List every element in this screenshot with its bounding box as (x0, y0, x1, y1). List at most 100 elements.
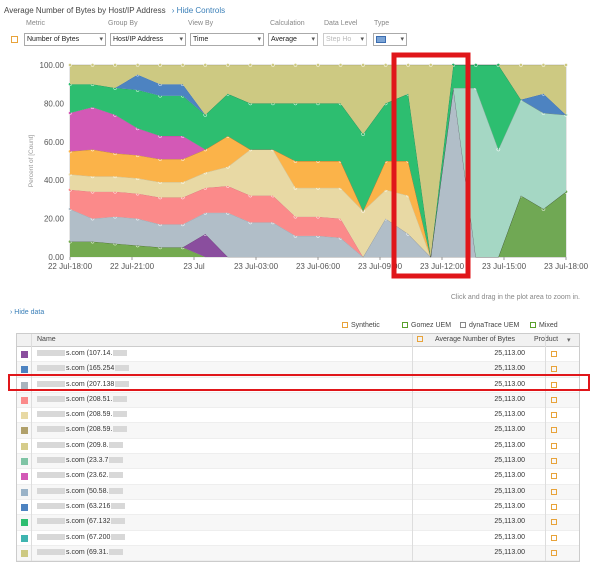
hide-data-link[interactable]: › Hide data (10, 309, 44, 316)
stacked-area-chart[interactable]: 100.00 80.00 60.00 40.00 20.00 0.00 Percent of… (0, 52, 600, 282)
synthetic-product-icon (551, 473, 557, 480)
table-row[interactable]: s.com (209.8. 25,113.00 (17, 439, 579, 455)
redacted-text (113, 350, 128, 356)
data-point[interactable] (203, 63, 208, 67)
dynatrace-uem-icon (460, 322, 466, 328)
data-point[interactable] (180, 63, 185, 67)
x-tick-label: 23 Jul (183, 262, 205, 271)
host-name-text: s.com (107.14. (66, 350, 113, 357)
y-tick-label: 60.00 (44, 138, 65, 147)
redacted-text (37, 518, 65, 525)
control-labels: Metric Group By View By Calculation Data… (26, 20, 426, 30)
synthetic-product-icon (551, 366, 557, 373)
col-product-header[interactable]: Product (534, 336, 558, 343)
redacted-text (111, 502, 126, 509)
synthetic-product-icon (551, 442, 557, 449)
table-row[interactable]: s.com (67.200 25,113.00 (17, 531, 579, 546)
host-name: s.com (208.51. (37, 395, 128, 403)
redacted-text (37, 487, 65, 494)
table-row[interactable]: s.com (23.62. 25,113.00 (17, 469, 579, 485)
chevron-down-icon: ▾ (400, 36, 404, 43)
host-name: s.com (69.31. (37, 548, 124, 556)
col-value-header[interactable]: Average Number of Bytes (435, 336, 515, 343)
redacted-text (37, 548, 65, 555)
average-bytes-value: 25,113.00 (494, 502, 525, 510)
view-by-value: Time (193, 36, 209, 43)
table-row[interactable]: s.com (23.3.7 25,113.00 (17, 454, 579, 470)
host-name-text: s.com (23.3.7 (66, 457, 109, 465)
data-point[interactable] (135, 63, 140, 67)
area-chart-icon (376, 36, 386, 43)
data-point[interactable] (406, 63, 411, 67)
synthetic-product-icon (551, 534, 557, 541)
group-by-select[interactable]: Host/IP Address ▾ (110, 33, 186, 46)
host-name: s.com (165.254 (37, 365, 130, 373)
legend-gomez-uem: Gomez UEM (411, 322, 452, 329)
synthetic-icon (342, 322, 348, 328)
average-bytes-value: 25,113.00 (494, 472, 525, 480)
data-point[interactable] (519, 63, 523, 67)
data-point[interactable] (428, 63, 433, 67)
group-by-label: Group By (108, 20, 138, 27)
data-point[interactable] (158, 63, 163, 67)
table-row[interactable]: s.com (63.216 25,113.00 (17, 500, 579, 516)
legend-dynatrace-uem: dynaTrace UEM (469, 322, 520, 329)
x-tick-label: 23 Jul-03:00 (234, 262, 279, 271)
host-name: s.com (208.59. (37, 411, 128, 419)
data-point[interactable] (338, 63, 343, 67)
data-point[interactable] (361, 63, 365, 67)
gomez-uem-icon (402, 322, 408, 328)
host-name-text: s.com (165.254 (66, 365, 115, 373)
calculation-select[interactable]: Average ▾ (268, 33, 318, 46)
metric-label: Metric (26, 20, 46, 27)
table-row[interactable]: s.com (208.51. 25,113.00 (17, 392, 579, 409)
average-bytes-value: 25,113.00 (494, 487, 525, 495)
chart-area[interactable]: 100.00 80.00 60.00 40.00 20.00 0.00 Percent of… (0, 52, 600, 282)
data-point[interactable] (271, 63, 275, 67)
redacted-text (109, 472, 124, 479)
host-name-text: s.com (209.8. (66, 441, 109, 449)
metric-select[interactable]: Number of Bytes ▾ (24, 33, 106, 46)
hide-controls-link[interactable]: › Hide Controls (172, 6, 225, 15)
chart-type-select[interactable]: ▾ (373, 33, 407, 46)
x-tick-label: 22 Jul-18:00 (48, 262, 93, 271)
data-point[interactable] (564, 63, 568, 67)
data-point[interactable] (541, 63, 546, 67)
view-by-select[interactable]: Time ▾ (190, 33, 264, 46)
table-row[interactable]: s.com (208.59. 25,113.00 (17, 423, 579, 439)
series-color-swatch (21, 412, 28, 420)
data-point[interactable] (90, 63, 95, 67)
host-name-text: s.com (23.62. (66, 472, 109, 480)
table-row[interactable]: s.com (69.31. 25,113.00 (17, 545, 579, 562)
host-name: s.com (23.3.7 (37, 457, 124, 465)
data-point[interactable] (383, 63, 388, 67)
product-legend: Synthetic Gomez UEM dynaTrace UEM Mixed (342, 322, 592, 332)
series-color-swatch (21, 473, 28, 481)
page-title: Average Number of Bytes by Host/IP Addre… (4, 6, 166, 15)
host-name-text: s.com (63.216 (66, 502, 111, 510)
series-color-swatch (21, 396, 28, 404)
y-tick-label: 80.00 (44, 99, 65, 108)
series-color-swatch (21, 351, 28, 358)
host-name-text: s.com (208.59. (66, 411, 113, 419)
table-row[interactable]: s.com (50.58. 25,113.00 (17, 484, 579, 500)
y-tick-label: 20.00 (44, 215, 65, 224)
data-point[interactable] (68, 63, 72, 67)
table-row[interactable]: s.com (107.14. 25,113.00 (17, 347, 579, 363)
data-point[interactable] (293, 63, 298, 67)
data-point[interactable] (225, 63, 230, 67)
data-point[interactable] (248, 63, 253, 67)
settings-icon[interactable] (11, 36, 18, 43)
data-level-label: Data Level (324, 20, 358, 27)
column-menu-icon[interactable]: ▾ (567, 336, 571, 344)
host-name: s.com (63.216 (37, 502, 126, 510)
data-point[interactable] (316, 63, 320, 67)
zoom-hint: Click and drag in the plot area to zoom … (450, 294, 580, 301)
col-name-header[interactable]: Name (37, 336, 56, 343)
average-bytes-value: 25,113.00 (494, 350, 525, 357)
table-row[interactable]: s.com (208.59. 25,113.00 (17, 408, 579, 424)
data-point[interactable] (113, 63, 117, 67)
synthetic-product-icon (551, 351, 557, 357)
redacted-text (113, 411, 128, 418)
table-row[interactable]: s.com (67.132 25,113.00 (17, 515, 579, 531)
